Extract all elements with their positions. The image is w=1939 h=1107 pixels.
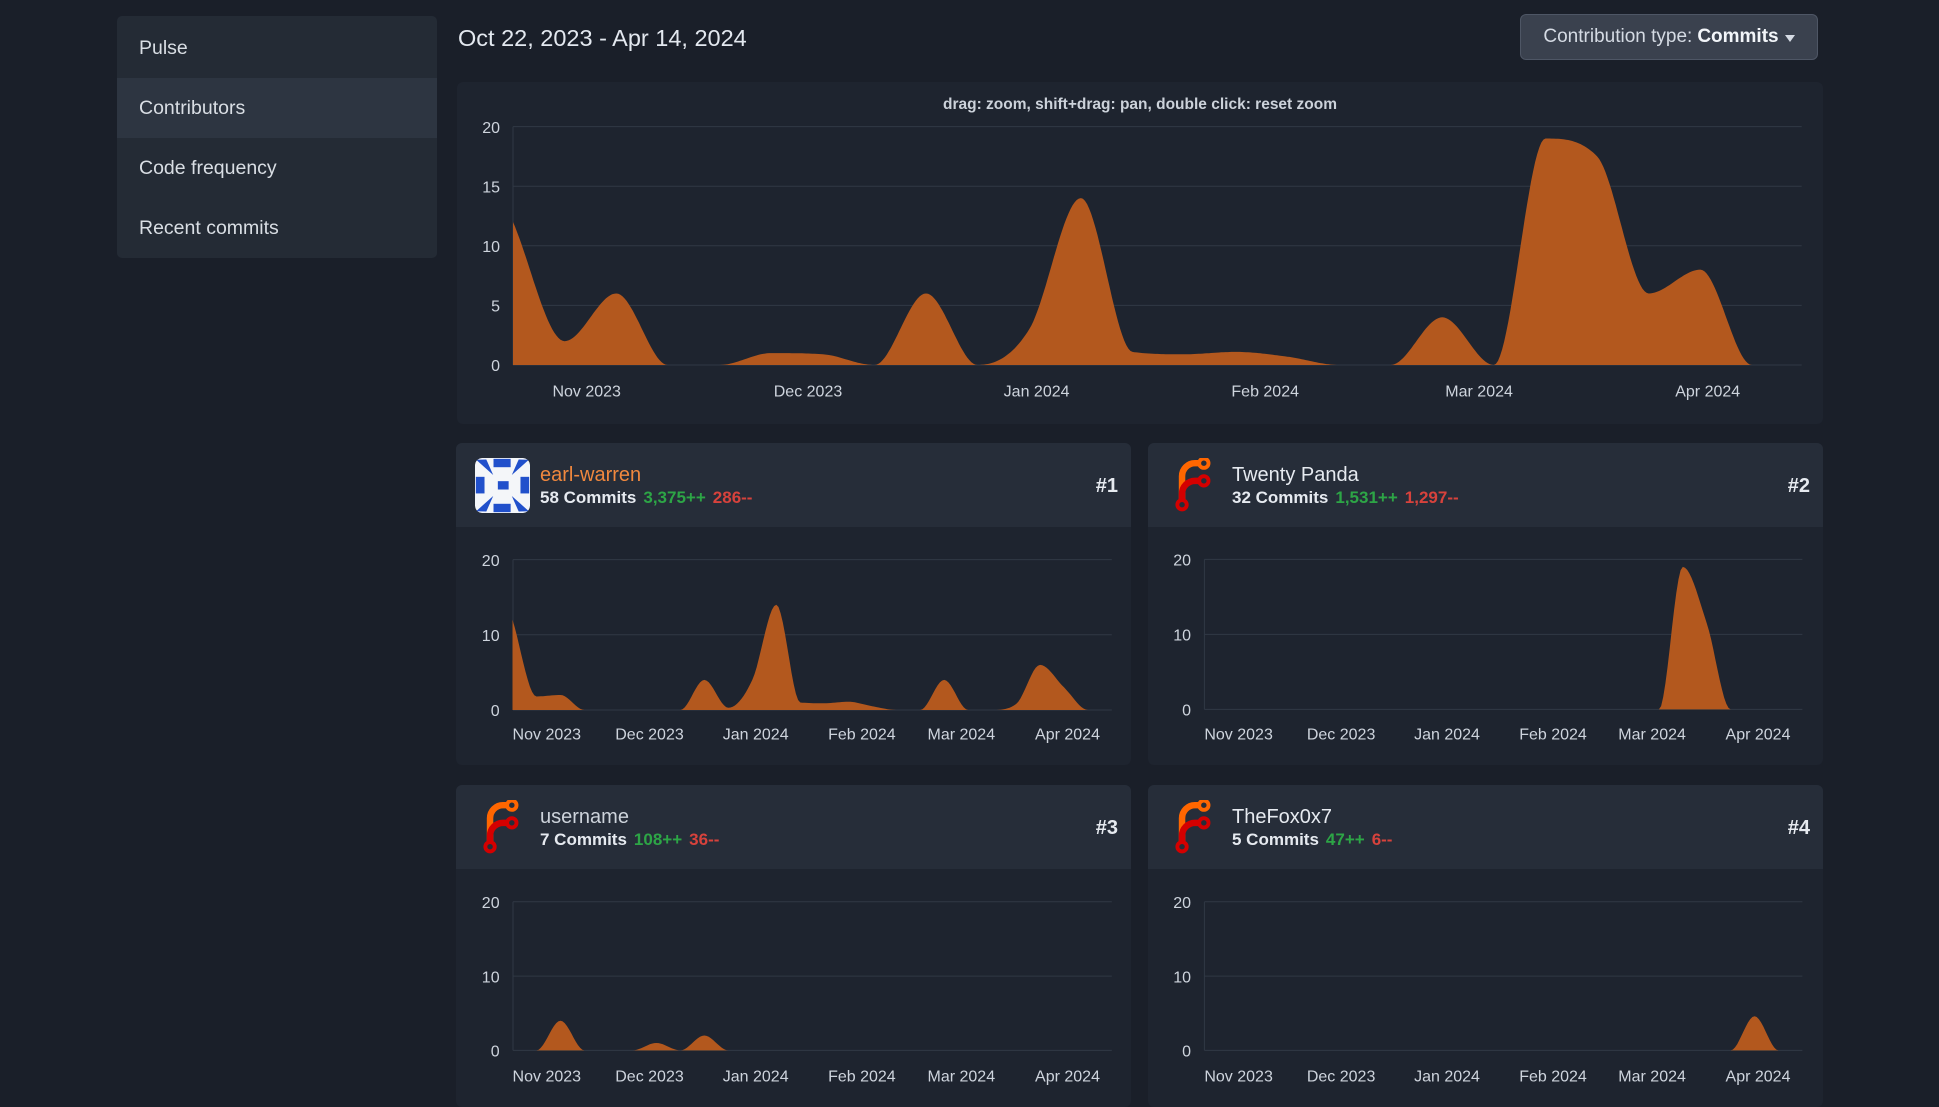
svg-text:Mar 2024: Mar 2024 bbox=[1618, 1069, 1686, 1086]
svg-text:0: 0 bbox=[1182, 1044, 1191, 1061]
svg-text:Apr 2024: Apr 2024 bbox=[1035, 1069, 1100, 1086]
svg-text:Jan 2024: Jan 2024 bbox=[1414, 727, 1480, 744]
svg-text:Mar 2024: Mar 2024 bbox=[928, 1069, 996, 1086]
svg-text:Mar 2024: Mar 2024 bbox=[1445, 384, 1513, 401]
svg-text:20: 20 bbox=[482, 120, 500, 137]
svg-text:Nov 2023: Nov 2023 bbox=[1204, 727, 1273, 744]
svg-text:Apr 2024: Apr 2024 bbox=[1726, 727, 1791, 744]
svg-text:Jan 2024: Jan 2024 bbox=[723, 727, 789, 744]
svg-text:0: 0 bbox=[491, 703, 500, 720]
svg-text:Apr 2024: Apr 2024 bbox=[1726, 1069, 1791, 1086]
svg-text:drag: zoom, shift+drag: pan, d: drag: zoom, shift+drag: pan, double clic… bbox=[943, 96, 1337, 113]
svg-text:Feb 2024: Feb 2024 bbox=[1519, 727, 1587, 744]
svg-text:Dec 2023: Dec 2023 bbox=[615, 1069, 684, 1086]
svg-text:10: 10 bbox=[482, 628, 500, 645]
svg-text:Nov 2023: Nov 2023 bbox=[552, 384, 621, 401]
svg-text:Apr 2024: Apr 2024 bbox=[1035, 727, 1100, 744]
svg-text:Dec 2023: Dec 2023 bbox=[1307, 1069, 1376, 1086]
svg-text:Dec 2023: Dec 2023 bbox=[1307, 727, 1376, 744]
svg-text:Dec 2023: Dec 2023 bbox=[774, 384, 843, 401]
svg-text:Feb 2024: Feb 2024 bbox=[1519, 1069, 1587, 1086]
svg-text:10: 10 bbox=[482, 969, 500, 986]
svg-text:0: 0 bbox=[491, 358, 500, 375]
svg-text:0: 0 bbox=[1182, 703, 1191, 720]
svg-text:Nov 2023: Nov 2023 bbox=[1204, 1069, 1273, 1086]
svg-text:Feb 2024: Feb 2024 bbox=[828, 1069, 896, 1086]
svg-text:5: 5 bbox=[491, 299, 500, 316]
svg-text:10: 10 bbox=[1173, 628, 1191, 645]
svg-text:Feb 2024: Feb 2024 bbox=[828, 727, 896, 744]
svg-text:Dec 2023: Dec 2023 bbox=[615, 727, 684, 744]
svg-text:Feb 2024: Feb 2024 bbox=[1231, 384, 1299, 401]
svg-text:20: 20 bbox=[482, 553, 500, 570]
svg-text:Mar 2024: Mar 2024 bbox=[1618, 727, 1686, 744]
svg-text:10: 10 bbox=[1173, 969, 1191, 986]
svg-text:20: 20 bbox=[482, 895, 500, 912]
svg-text:15: 15 bbox=[482, 179, 500, 196]
svg-text:Jan 2024: Jan 2024 bbox=[723, 1069, 789, 1086]
svg-text:10: 10 bbox=[482, 239, 500, 256]
svg-text:Jan 2024: Jan 2024 bbox=[1414, 1069, 1480, 1086]
svg-text:20: 20 bbox=[1173, 553, 1191, 570]
svg-text:0: 0 bbox=[491, 1044, 500, 1061]
svg-text:Nov 2023: Nov 2023 bbox=[513, 1069, 582, 1086]
svg-text:Jan 2024: Jan 2024 bbox=[1004, 384, 1070, 401]
svg-text:Nov 2023: Nov 2023 bbox=[513, 727, 582, 744]
svg-text:Mar 2024: Mar 2024 bbox=[928, 727, 996, 744]
svg-text:Apr 2024: Apr 2024 bbox=[1675, 384, 1740, 401]
svg-text:20: 20 bbox=[1173, 895, 1191, 912]
